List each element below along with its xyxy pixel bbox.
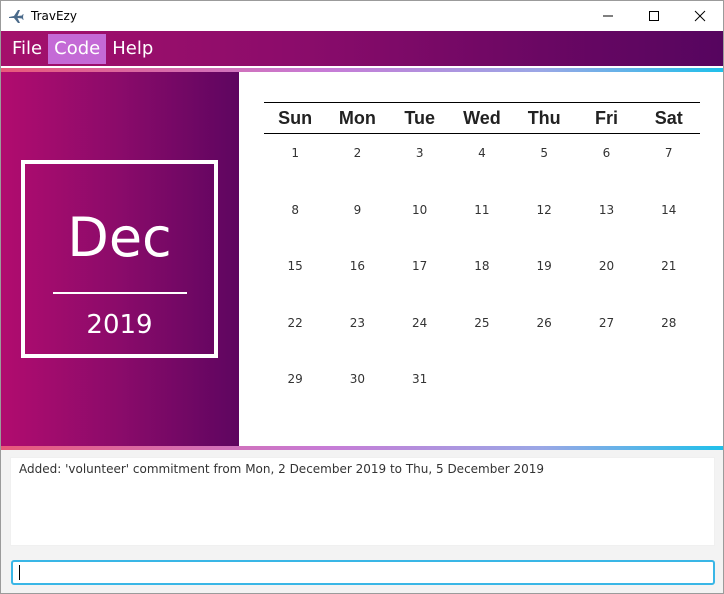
maximize-icon	[649, 11, 659, 21]
close-button[interactable]	[677, 1, 723, 31]
menu-bar: File Code Help	[1, 31, 723, 66]
year-label: 2019	[86, 310, 153, 340]
weekday-header: Tue	[404, 107, 435, 128]
calendar-week: 29 30 31	[264, 360, 700, 417]
title-bar: TravEzy	[1, 1, 723, 31]
calendar-day[interactable]: 16	[326, 247, 388, 304]
weekday-header: Wed	[463, 107, 501, 128]
calendar-day[interactable]: 9	[326, 191, 388, 248]
calendar-week: 15 16 17 18 19 20 21	[264, 247, 700, 304]
calendar-day[interactable]: 10	[389, 191, 451, 248]
text-caret	[19, 565, 20, 580]
weekday-header: Fri	[594, 107, 618, 128]
result-display: Added: 'volunteer' commitment from Mon, …	[11, 458, 714, 545]
calendar-week: 1 2 3 4 5 6 7	[264, 134, 700, 191]
weekday-header: Thu	[527, 107, 561, 128]
calendar-day[interactable]: 18	[451, 247, 513, 304]
menu-code[interactable]: Code	[48, 33, 107, 64]
calendar-day	[451, 360, 513, 417]
calendar-day[interactable]: 20	[575, 247, 637, 304]
close-icon	[694, 10, 706, 22]
calendar-day[interactable]: 19	[513, 247, 575, 304]
calendar-day[interactable]: 29	[264, 360, 326, 417]
command-input[interactable]	[11, 560, 715, 585]
calendar-day[interactable]: 6	[575, 134, 637, 191]
calendar-day[interactable]: 22	[264, 304, 326, 361]
calendar-day[interactable]: 30	[326, 360, 388, 417]
minimize-icon	[603, 15, 613, 17]
calendar-week: 22 23 24 25 26 27 28	[264, 304, 700, 361]
calendar-day	[638, 360, 700, 417]
weekday-header: Sat	[654, 107, 683, 128]
calendar-day	[575, 360, 637, 417]
maximize-button[interactable]	[631, 1, 677, 31]
calendar-day[interactable]: 15	[264, 247, 326, 304]
calendar-day[interactable]: 2	[326, 134, 388, 191]
window-controls	[585, 1, 723, 31]
result-text: Added: 'volunteer' commitment from Mon, …	[19, 462, 545, 476]
calendar-day[interactable]: 14	[638, 191, 700, 248]
calendar-day[interactable]: 8	[264, 191, 326, 248]
calendar-day[interactable]: 31	[389, 360, 451, 417]
calendar-day[interactable]: 25	[451, 304, 513, 361]
date-frame: Dec 2019	[21, 160, 218, 358]
window-title: TravEzy	[31, 9, 77, 23]
calendar-day[interactable]: 13	[575, 191, 637, 248]
date-panel: Dec 2019	[1, 72, 239, 446]
calendar-grid: Sun Mon Tue Wed Thu Fri Sat 1 2 3 4 5 6 …	[264, 102, 700, 417]
calendar-day[interactable]: 17	[389, 247, 451, 304]
calendar-day[interactable]: 1	[264, 134, 326, 191]
month-label: Dec	[67, 206, 172, 269]
calendar-day[interactable]: 12	[513, 191, 575, 248]
calendar-day[interactable]: 23	[326, 304, 388, 361]
calendar-day[interactable]: 11	[451, 191, 513, 248]
date-divider	[53, 292, 187, 294]
calendar-day[interactable]: 26	[513, 304, 575, 361]
calendar-day[interactable]: 7	[638, 134, 700, 191]
app-window: TravEzy File Code Help Dec 2019 Sun Mon …	[0, 0, 724, 594]
calendar-day[interactable]: 3	[389, 134, 451, 191]
airplane-icon	[7, 7, 25, 25]
calendar-header: Sun Mon Tue Wed Thu Fri Sat	[264, 102, 700, 134]
menu-file[interactable]: File	[6, 34, 48, 64]
weekday-header: Mon	[338, 107, 376, 128]
minimize-button[interactable]	[585, 1, 631, 31]
calendar-day[interactable]: 4	[451, 134, 513, 191]
calendar-day[interactable]: 24	[389, 304, 451, 361]
calendar-day[interactable]: 27	[575, 304, 637, 361]
calendar-week: 8 9 10 11 12 13 14	[264, 191, 700, 248]
calendar-day	[513, 360, 575, 417]
calendar-day[interactable]: 28	[638, 304, 700, 361]
menu-help[interactable]: Help	[106, 34, 159, 64]
calendar-day[interactable]: 21	[638, 247, 700, 304]
calendar-day[interactable]: 5	[513, 134, 575, 191]
weekday-header: Sun	[278, 107, 313, 128]
